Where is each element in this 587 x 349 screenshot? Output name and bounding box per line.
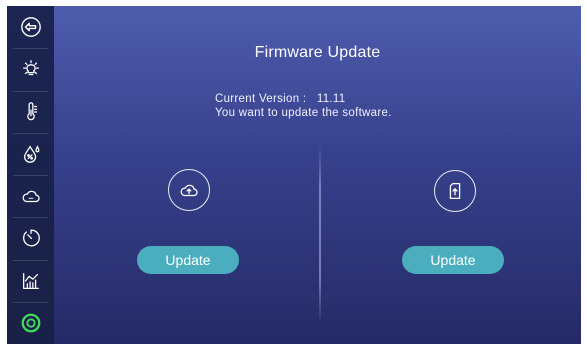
- back-arrow-icon: [20, 17, 41, 37]
- power-ring-icon: [21, 313, 40, 333]
- panel-divider: [319, 144, 321, 324]
- chart-icon: [22, 272, 39, 289]
- file-upload-button[interactable]: [434, 170, 476, 212]
- sidebar-item-light[interactable]: [7, 48, 54, 90]
- cloud-update-button[interactable]: Update: [137, 246, 239, 274]
- version-info: Current Version : 11.11 You want to upda…: [215, 92, 392, 120]
- sidebar-item-power[interactable]: [7, 301, 54, 344]
- sidebar-item-timer[interactable]: [7, 217, 54, 259]
- version-label: Current Version :: [215, 93, 307, 105]
- timer-icon: [22, 229, 40, 247]
- cloud-icon: [22, 190, 40, 203]
- sidebar-item-humidity[interactable]: [7, 132, 54, 175]
- file-upload-icon: [449, 183, 461, 199]
- cloud-upload-button[interactable]: [168, 169, 210, 211]
- sidebar-item-air[interactable]: [7, 175, 54, 217]
- page-title: Firmware Update: [254, 44, 381, 61]
- app-frame: Firmware Update Current Version : 11.11 …: [7, 6, 581, 344]
- version-line: Current Version : 11.11: [215, 92, 392, 106]
- sidebar-item-statistics[interactable]: [7, 259, 54, 302]
- update-prompt: You want to update the software.: [215, 107, 392, 119]
- file-update-button[interactable]: Update: [402, 246, 504, 274]
- cloud-upload-icon: [180, 184, 198, 197]
- thermometer-icon: [26, 101, 37, 120]
- sidebar-item-back[interactable]: [7, 6, 54, 48]
- sidebar-item-temperature[interactable]: [7, 90, 54, 133]
- firmware-update-panel: Firmware Update Current Version : 11.11 …: [54, 6, 581, 344]
- humidity-icon: [23, 145, 39, 163]
- sidebar: [7, 6, 54, 344]
- version-value: 11.11: [316, 93, 346, 105]
- light-bulb-icon: [22, 60, 39, 76]
